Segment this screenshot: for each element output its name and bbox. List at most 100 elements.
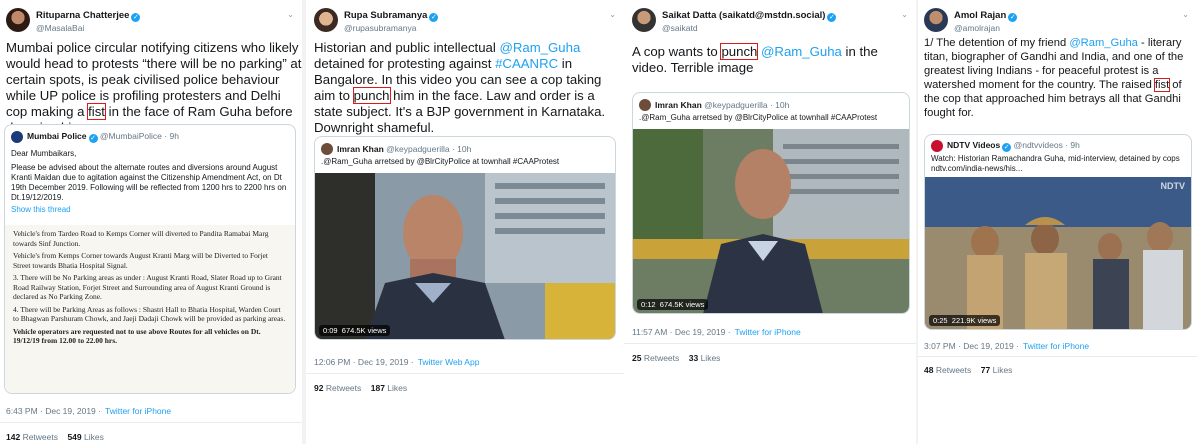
divider <box>306 373 624 374</box>
retweet-count[interactable]: 25 <box>632 353 641 363</box>
tweet-card-amol: Amol Rajan ✓ @amolrajan ⌄ 1/ The detentio… <box>918 0 1197 444</box>
hashtag-link[interactable]: #CAANRC <box>495 56 558 71</box>
divider <box>0 422 302 423</box>
tweet-source[interactable]: Twitter Web App <box>418 357 480 367</box>
avatar <box>639 99 651 111</box>
divider <box>918 356 1197 357</box>
video-frame <box>925 177 1191 329</box>
tweet-meta: 11:57 AM · Dec 19, 2019 · Twitter for iPh… <box>632 327 801 337</box>
quote-author: Imran Khan <box>655 100 702 110</box>
highlighted-word: fist <box>1153 78 1171 92</box>
ndtv-watermark: NDTV <box>1160 181 1186 191</box>
tweet-meta: 6:43 PM · Dec 19, 2019 · Twitter for iPho… <box>6 406 171 416</box>
tweet-text: 1/ The detention of my friend @Ram_Guha … <box>924 37 1184 119</box>
tweet-text: Mumbai police circular notifying citizen… <box>6 40 302 136</box>
like-count[interactable]: 33 <box>689 353 698 363</box>
retweet-count[interactable]: 48 <box>924 365 933 375</box>
chevron-down-icon[interactable]: ⌄ <box>287 10 294 19</box>
tweet-card-rituparna: Rituparna Chatterjee ✓ @MasalaBai ⌄ Mumba… <box>0 0 302 444</box>
verified-icon: ✓ <box>1002 143 1012 152</box>
retweet-count[interactable]: 92 <box>314 383 323 393</box>
show-thread-link[interactable]: Show this thread <box>11 205 291 215</box>
like-count[interactable]: 187 <box>371 383 385 393</box>
quote-handle: @ndtvvideos <box>1013 140 1063 150</box>
tweet-stats: 48 Retweets 77 Likes <box>924 365 1013 375</box>
quote-text: .@Ram_Guha arretsed by @BlrCityPolice at… <box>321 157 560 166</box>
chevron-down-icon[interactable]: ⌄ <box>1182 10 1189 19</box>
avatar[interactable] <box>6 8 30 32</box>
video-stats: 0:25 221.9K views <box>929 315 1001 326</box>
author-handle[interactable]: @MasalaBai <box>36 23 140 34</box>
quote-author: Mumbai Police <box>27 131 87 141</box>
quote-text: Watch: Historian Ramachandra Guha, mid-i… <box>931 154 1180 173</box>
quote-time: 9h <box>1070 140 1080 150</box>
video-frame <box>633 129 909 313</box>
video-thumbnail[interactable]: 0:12 674.5K views <box>633 129 909 313</box>
verified-icon: ✓ <box>131 13 141 22</box>
tweet-text: Historian and public intellectual @Ram_G… <box>314 40 606 135</box>
mention-link[interactable]: @Ram_Guha <box>1069 37 1138 49</box>
tweet-header: Amol Rajan ✓ @amolrajan <box>924 8 1018 34</box>
author-name[interactable]: Amol Rajan <box>954 10 1006 21</box>
mention-link[interactable]: @Ram_Guha <box>761 44 842 59</box>
quote-handle: @keypadguerilla <box>386 144 450 154</box>
quote-text: .@Ram_Guha arretsed by @BlrCityPolice at… <box>639 113 878 122</box>
tweet-header: Saikat Datta (saikatd@mstdn.social) ✓ @sa… <box>632 8 837 34</box>
video-stats: 0:12 674.5K views <box>637 299 709 310</box>
video-stats: 0:09 674.5K views <box>319 325 391 336</box>
mention-link[interactable]: @Ram_Guha <box>499 40 580 55</box>
video-thumbnail[interactable]: NDTV 0:25 221.9K views <box>925 177 1191 329</box>
tweet-card-saikat: Saikat Datta (saikatd@mstdn.social) ✓ @sa… <box>624 0 916 444</box>
tweet-header: Rituparna Chatterjee ✓ @MasalaBai <box>6 8 141 34</box>
tweet-timestamp[interactable]: 12:06 PM · Dec 19, 2019 · <box>314 357 414 367</box>
circular-image[interactable]: Vehicle's from Tardeo Road to Kemps Corn… <box>5 225 295 393</box>
verified-icon: ✓ <box>88 134 98 143</box>
quoted-tweet[interactable]: Imran Khan @keypadguerilla · 10h .@Ram_G… <box>314 136 616 340</box>
tweet-stats: 92 Retweets 187 Likes <box>314 383 408 393</box>
quoted-tweet[interactable]: NDTV Videos ✓ @ndtvvideos · 9h Watch: His… <box>924 134 1192 330</box>
tweet-timestamp[interactable]: 3:07 PM · Dec 19, 2019 · <box>924 341 1019 351</box>
highlighted-word: punch <box>352 87 391 104</box>
like-count[interactable]: 77 <box>981 365 990 375</box>
quote-handle: @keypadguerilla <box>704 100 768 110</box>
video-frame <box>315 173 615 339</box>
tweet-source[interactable]: Twitter for iPhone <box>1023 341 1089 351</box>
author-handle[interactable]: @rupasubramanya <box>344 23 438 34</box>
video-thumbnail[interactable]: 0:09 674.5K views <box>315 173 615 339</box>
author-handle[interactable]: @amolrajan <box>954 23 1017 34</box>
highlighted-word: fist <box>87 103 106 120</box>
highlighted-word: punch <box>720 43 759 60</box>
verified-icon: ✓ <box>1008 13 1018 22</box>
tweet-meta: 3:07 PM · Dec 19, 2019 · Twitter for iPho… <box>924 341 1089 351</box>
author-name[interactable]: Rituparna Chatterjee <box>36 10 129 21</box>
like-count[interactable]: 549 <box>67 432 81 442</box>
quote-author: Imran Khan <box>337 144 384 154</box>
author-handle[interactable]: @saikatd <box>662 23 836 34</box>
tweet-timestamp[interactable]: 11:57 AM · Dec 19, 2019 · <box>632 327 731 337</box>
tweet-card-rupa: Rupa Subramanya ✓ @rupasubramanya ⌄ Histo… <box>306 0 624 444</box>
quote-text: Dear Mumbaikars, Please be advised about… <box>11 149 291 215</box>
avatar <box>931 140 943 152</box>
quote-author: NDTV Videos <box>947 140 1001 150</box>
quoted-tweet[interactable]: Mumbai Police ✓ @MumbaiPolice · 9h Dear M… <box>4 124 296 394</box>
chevron-down-icon[interactable]: ⌄ <box>901 10 908 19</box>
tweet-source[interactable]: Twitter for iPhone <box>735 327 801 337</box>
chevron-down-icon[interactable]: ⌄ <box>609 10 616 19</box>
avatar[interactable] <box>632 8 656 32</box>
quote-time: 10h <box>775 100 790 110</box>
quote-time: 10h <box>457 144 472 154</box>
author-name[interactable]: Saikat Datta (saikatd@mstdn.social) <box>662 10 825 21</box>
verified-icon: ✓ <box>429 13 439 22</box>
verified-icon: ✓ <box>827 13 837 22</box>
avatar <box>321 143 333 155</box>
tweet-source[interactable]: Twitter for iPhone <box>105 406 171 416</box>
retweet-count[interactable]: 142 <box>6 432 20 442</box>
quoted-tweet[interactable]: Imran Khan @keypadguerilla · 10h .@Ram_G… <box>632 92 910 314</box>
tweet-header: Rupa Subramanya ✓ @rupasubramanya <box>314 8 439 34</box>
author-name[interactable]: Rupa Subramanya <box>344 10 427 21</box>
tweet-stats: 25 Retweets 33 Likes <box>632 353 721 363</box>
avatar[interactable] <box>314 8 338 32</box>
tweet-text: A cop wants to punch @Ram_Guha in the vi… <box>632 43 878 75</box>
tweet-timestamp[interactable]: 6:43 PM · Dec 19, 2019 · <box>6 406 101 416</box>
avatar[interactable] <box>924 8 948 32</box>
